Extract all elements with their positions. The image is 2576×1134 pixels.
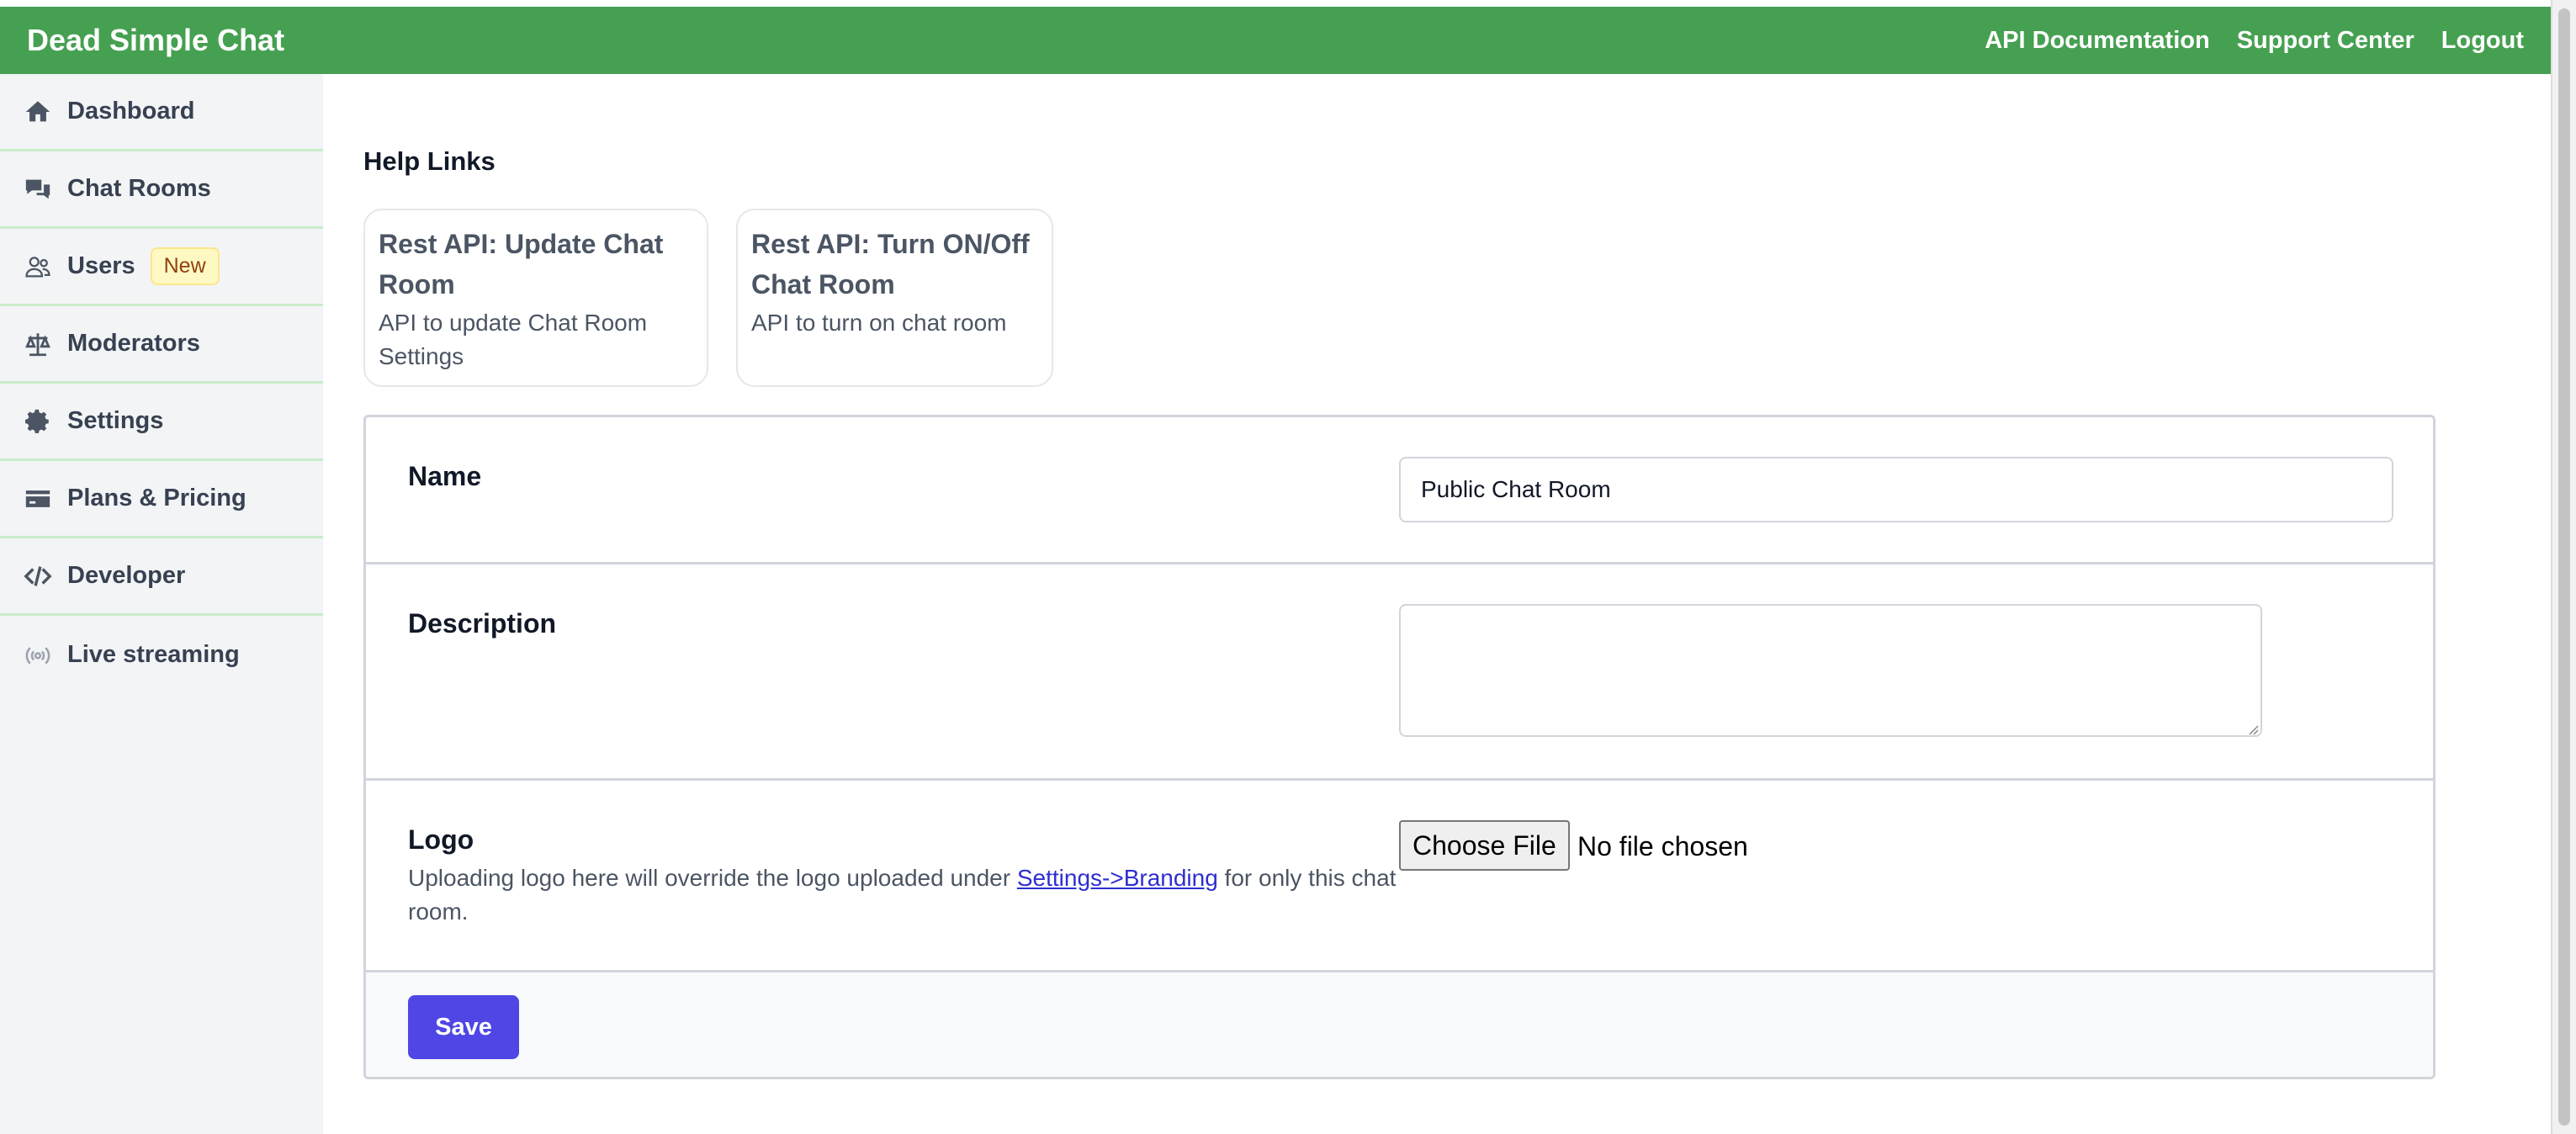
code-icon (22, 560, 54, 592)
help-card-description: API to update Chat Room Settings (379, 310, 648, 369)
scale-icon (22, 328, 54, 360)
sidebar-item-label: Settings (67, 407, 164, 434)
sidebar-item-dashboard[interactable]: Dashboard (0, 74, 323, 151)
new-badge: New (150, 247, 220, 285)
sidebar-item-label: Developer (67, 562, 186, 589)
help-card-description: API to turn on chat room (751, 310, 1007, 336)
home-icon (22, 96, 54, 128)
help-card-title: Rest API: Update Chat Room (379, 229, 664, 299)
description-textarea[interactable] (1399, 604, 2262, 737)
top-nav-links: API Documentation Support Center Logout (1985, 27, 2524, 55)
help-card-turn-on-off-chat-room[interactable]: Rest API: Turn ON/Off Chat Room API to t… (736, 209, 1053, 387)
support-center-link[interactable]: Support Center (2237, 27, 2414, 55)
broadcast-icon (22, 639, 54, 670)
chat-bubbles-icon (22, 173, 54, 205)
users-icon (22, 251, 54, 283)
sidebar-item-settings[interactable]: Settings (0, 384, 323, 461)
help-links-title: Help Links (363, 146, 496, 176)
sidebar-item-label: Users (67, 252, 135, 279)
sidebar-item-label: Live streaming (67, 640, 240, 668)
name-row: Name (366, 417, 2433, 564)
sidebar: Dashboard Chat Rooms Users New Moderator… (0, 74, 323, 1134)
settings-branding-link[interactable]: Settings->Branding (1017, 865, 1218, 891)
description-label: Description (408, 608, 557, 639)
form-footer: Save (366, 972, 2433, 1077)
scrollbar-thumb[interactable] (2558, 8, 2570, 1126)
chat-room-settings-form: Name Description Logo Uploading logo her… (363, 415, 2436, 1079)
sidebar-item-users[interactable]: Users New (0, 229, 323, 306)
name-input[interactable] (1399, 457, 2393, 522)
logo-label: Logo (408, 824, 474, 855)
gear-icon (22, 405, 54, 437)
logout-link[interactable]: Logout (2441, 27, 2524, 55)
save-button[interactable]: Save (408, 995, 519, 1059)
file-status-text: No file chosen (1577, 831, 1748, 861)
sidebar-item-chat-rooms[interactable]: Chat Rooms (0, 151, 323, 229)
resize-handle-icon[interactable] (2245, 722, 2259, 735)
sidebar-item-label: Plans & Pricing (67, 485, 246, 511)
choose-file-button[interactable]: Choose File (1399, 820, 1570, 871)
logo-help-prefix: Uploading logo here will override the lo… (408, 865, 1017, 891)
help-card-title: Rest API: Turn ON/Off Chat Room (751, 229, 1030, 299)
name-label: Name (408, 461, 482, 491)
sidebar-item-developer[interactable]: Developer (0, 538, 323, 616)
logo-row: Logo Uploading logo here will override t… (366, 781, 2433, 972)
page-scrollbar[interactable] (2551, 0, 2576, 1134)
api-documentation-link[interactable]: API Documentation (1985, 27, 2209, 55)
sidebar-item-live-streaming[interactable]: Live streaming (0, 616, 323, 693)
top-navbar: Dead Simple Chat API Documentation Suppo… (0, 7, 2551, 74)
help-card-update-chat-room[interactable]: Rest API: Update Chat Room API to update… (363, 209, 708, 387)
description-row: Description (366, 564, 2433, 781)
sidebar-item-moderators[interactable]: Moderators (0, 306, 323, 384)
credit-card-icon (22, 483, 54, 515)
sidebar-item-plans-pricing[interactable]: Plans & Pricing (0, 461, 323, 538)
logo-help-text: Uploading logo here will override the lo… (408, 861, 1418, 929)
app-brand[interactable]: Dead Simple Chat (27, 23, 284, 58)
sidebar-item-label: Moderators (67, 330, 200, 357)
sidebar-item-label: Chat Rooms (67, 175, 211, 202)
sidebar-item-label: Dashboard (67, 98, 195, 125)
